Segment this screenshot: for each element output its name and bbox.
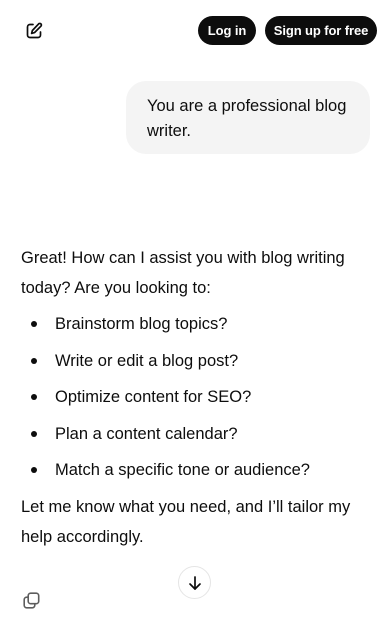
assistant-option-list: Brainstorm blog topics? Write or edit a … xyxy=(21,309,371,485)
user-message-text: You are a professional blog writer. xyxy=(147,97,347,140)
assistant-intro: Great! How can I assist you with blog wr… xyxy=(21,249,345,297)
bullet-dot xyxy=(31,430,37,437)
bullet-dot xyxy=(31,321,37,327)
list-item: Plan a content calendar? xyxy=(21,419,371,449)
list-item-text: Brainstorm blog topics? xyxy=(55,315,228,333)
assistant-closing: Let me know what you need, and I’ll tail… xyxy=(21,497,351,546)
list-item-text: Write or edit a blog post? xyxy=(55,351,239,370)
chat-page: Log in Sign up for free You are a profes… xyxy=(0,0,383,618)
assistant-message: Great! How can I assist you with blog wr… xyxy=(21,243,371,552)
list-item: Brainstorm blog topics? xyxy=(21,309,371,339)
copy-icon xyxy=(22,591,41,610)
top-bar: Log in Sign up for free xyxy=(0,0,383,60)
copy-button[interactable] xyxy=(17,586,45,614)
list-item-text: Optimize content for SEO? xyxy=(55,388,252,406)
login-button[interactable]: Log in xyxy=(198,16,256,45)
new-chat-button[interactable] xyxy=(18,15,50,47)
bullet-dot xyxy=(31,394,37,400)
compose-icon xyxy=(24,21,44,41)
list-item-text: Plan a content calendar? xyxy=(55,424,238,443)
list-item-text: Match a specific tone or audience? xyxy=(55,461,310,479)
bullet-dot xyxy=(31,357,37,364)
list-item: Write or edit a blog post? xyxy=(21,346,371,376)
arrow-down-icon xyxy=(186,574,204,592)
list-item: Match a specific tone or audience? xyxy=(21,455,371,485)
list-item: Optimize content for SEO? xyxy=(21,382,371,412)
user-message-bubble: You are a professional blog writer. xyxy=(126,81,370,154)
scroll-to-bottom-button[interactable] xyxy=(178,566,211,599)
signup-button[interactable]: Sign up for free xyxy=(265,16,377,45)
bullet-dot xyxy=(31,467,37,473)
